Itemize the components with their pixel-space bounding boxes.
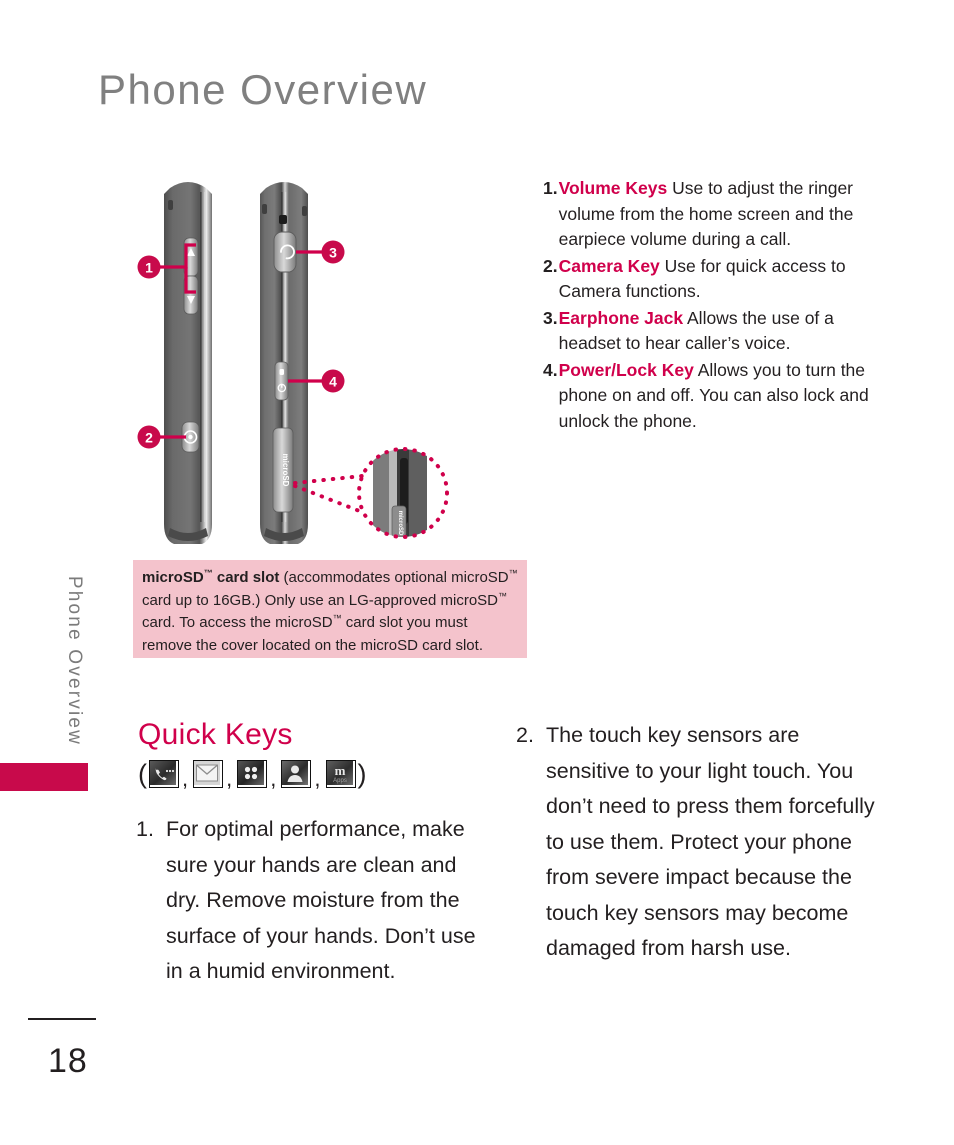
callout-text-4: Power/Lock Key Allows you to turn the ph… xyxy=(559,358,883,435)
step-number-1: 1. xyxy=(136,817,154,841)
callout-description-1: 1. Volume Keys Use to adjust the ringer … xyxy=(543,176,883,253)
note-bold-lead: microSD xyxy=(142,569,204,586)
callout-text-2: Camera Key Use for quick access to Camer… xyxy=(559,254,883,305)
step-text-2: The touch key sensors are sensitive to y… xyxy=(546,723,875,960)
quick-keys-heading: Quick Keys xyxy=(138,718,293,751)
trademark-symbol: ™ xyxy=(332,613,342,623)
quick-keys-step-1: 1. For optimal performance, make sure yo… xyxy=(136,812,476,990)
callout-number-3: 3. xyxy=(543,307,558,328)
callout-text-1: Volume Keys Use to adjust the ringer vol… xyxy=(559,176,883,253)
svg-text:4: 4 xyxy=(329,374,337,390)
icon-separator: , xyxy=(270,766,277,791)
note-bold-rest: card slot xyxy=(212,569,280,586)
icon-separator: , xyxy=(314,766,321,791)
svg-text:m: m xyxy=(334,763,345,778)
manual-page: Phone Overview Phone Overview microSD mi… xyxy=(0,0,954,1145)
phone-call-icon xyxy=(149,760,179,788)
microsd-note-box: microSD™ card slot (accommodates optiona… xyxy=(133,560,527,658)
callout-description-4: 4. Power/Lock Key Allows you to turn the… xyxy=(543,358,883,435)
close-paren: ) xyxy=(357,758,367,789)
note-body-1: (accommodates optional microSD xyxy=(279,569,509,586)
right-phone-side-view: microSD xyxy=(260,182,308,544)
svg-text:microSD: microSD xyxy=(397,511,403,536)
icon-separator: , xyxy=(226,766,233,791)
quick-keys-step-2: 2. The touch key sensors are sensitive t… xyxy=(516,718,886,967)
side-tab-label: Phone Overview xyxy=(64,575,85,747)
callout-keyword-3: Earphone Jack xyxy=(558,307,684,328)
note-body-3: card. To access the microSD xyxy=(142,614,333,631)
microsd-magnifier-detail: microSD xyxy=(293,447,449,539)
page-number: 18 xyxy=(48,1042,88,1080)
callout-keyword-2: Camera Key xyxy=(558,255,660,276)
trademark-symbol: ™ xyxy=(498,590,508,601)
callout-description-3: 3. Earphone Jack Allows the use of a hea… xyxy=(543,306,883,357)
icon-separator: , xyxy=(182,766,189,791)
trademark-symbol: ™ xyxy=(203,568,213,578)
callout-keyword-4: Power/Lock Key xyxy=(558,359,694,380)
four-dot-grid-menu-icon xyxy=(237,760,268,788)
m-apps-icon: m Apps xyxy=(325,760,356,788)
svg-text:1: 1 xyxy=(145,260,153,276)
callout-keyword-1: Volume Keys xyxy=(558,178,668,198)
svg-text:Apps: Apps xyxy=(333,778,347,784)
left-phone-side-view xyxy=(164,182,212,544)
side-tab: Phone Overview xyxy=(44,555,85,795)
contacts-person-icon xyxy=(281,760,312,788)
callout-number-2: 2. xyxy=(543,255,558,276)
callout-description-list: 1. Volume Keys Use to adjust the ringer … xyxy=(543,176,883,435)
note-body-2: card up to 16GB.) Only use an LG-approve… xyxy=(142,591,499,609)
quick-keys-icon-row: ( , , , , m Apps) xyxy=(136,758,369,791)
callout-text-3: Earphone Jack Allows the use of a headse… xyxy=(559,306,883,357)
side-tab-color-block xyxy=(0,763,88,791)
callout-description-2: 2. Camera Key Use for quick access to Ca… xyxy=(543,254,883,305)
open-paren: ( xyxy=(138,758,147,789)
footer-rule xyxy=(28,1018,96,1020)
phone-side-views-diagram: microSD microSD 1 2 3 4 xyxy=(130,170,470,550)
page-title: Phone Overview xyxy=(98,66,428,113)
microsd-note-text: microSD™ card slot (accommodates optiona… xyxy=(142,567,520,657)
svg-text:2: 2 xyxy=(145,430,153,446)
callout-number-4: 4. xyxy=(543,359,558,380)
trademark-symbol: ™ xyxy=(508,568,518,578)
step-text-1: For optimal performance, make sure your … xyxy=(166,817,476,983)
envelope-message-icon xyxy=(193,760,224,788)
step-number-2: 2. xyxy=(516,723,534,747)
callout-number-1: 1. xyxy=(543,178,558,198)
svg-text:3: 3 xyxy=(329,245,337,261)
svg-text:microSD: microSD xyxy=(281,454,290,487)
